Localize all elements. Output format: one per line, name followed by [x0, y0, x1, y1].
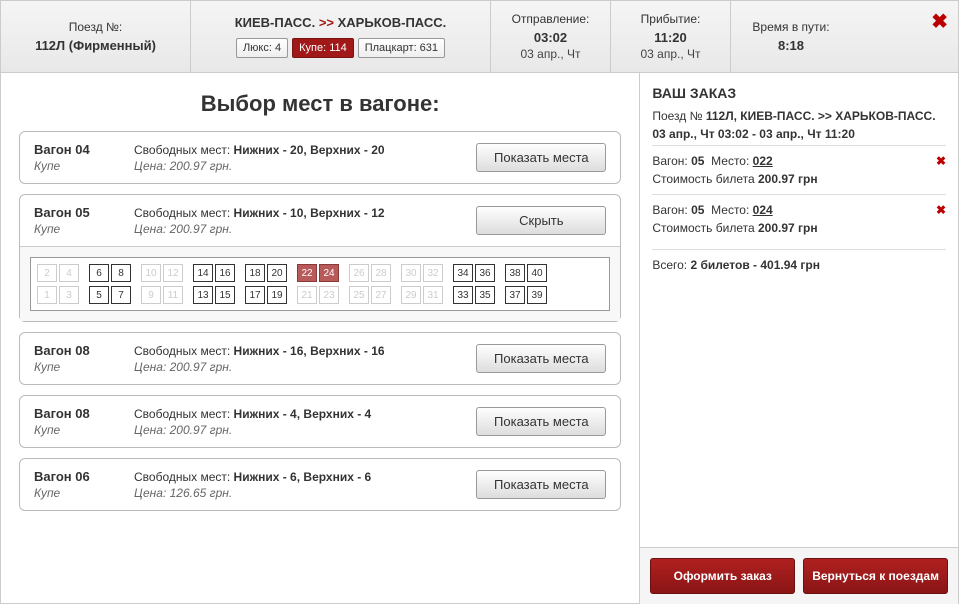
seat[interactable]: 5 — [89, 286, 109, 304]
seat: 1 — [37, 286, 57, 304]
seat-map: 2468101214161820222426283032343638401357… — [20, 246, 620, 321]
seat[interactable]: 8 — [111, 264, 131, 282]
seat: 25 — [349, 286, 369, 304]
car-type-tab[interactable]: Люкс: 4 — [236, 38, 288, 58]
car-type-tabs: Люкс: 4Купе: 114Плацкарт: 631 — [236, 38, 445, 58]
remove-item-icon[interactable]: ✖ — [936, 203, 946, 217]
wagon-id: Вагон 08Купе — [34, 343, 134, 374]
seat[interactable]: 18 — [245, 264, 265, 282]
seat[interactable]: 20 — [267, 264, 287, 282]
car-type-tab[interactable]: Плацкарт: 631 — [358, 38, 445, 58]
duration-col: Время в пути: 8:18 — [731, 1, 851, 72]
wagon-info: Свободных мест: Нижних - 20, Верхних - 2… — [134, 143, 476, 173]
seat: 26 — [349, 264, 369, 282]
train-info: Поезд №: 112Л (Фирменный) — [1, 1, 191, 72]
wagon-card: Вагон 08КупеСвободных мест: Нижних - 4, … — [19, 395, 621, 448]
close-icon[interactable]: ✖ — [931, 9, 948, 34]
seat[interactable]: 34 — [453, 264, 473, 282]
seat[interactable]: 6 — [89, 264, 109, 282]
back-button[interactable]: Вернуться к поездам — [803, 558, 948, 594]
wagon-id: Вагон 08Купе — [34, 406, 134, 437]
seat: 12 — [163, 264, 183, 282]
departure-col: Отправление: 03:02 03 апр., Чт — [491, 1, 611, 72]
arrival-col: Прибытие: 11:20 03 апр., Чт — [611, 1, 731, 72]
wagon-info: Свободных мест: Нижних - 16, Верхних - 1… — [134, 344, 476, 374]
order-actions: Оформить заказ Вернуться к поездам — [640, 547, 958, 604]
seat[interactable]: 14 — [193, 264, 213, 282]
order-sidebar: ВАШ ЗАКАЗ Поезд № 112Л, КИЕВ-ПАСС. >> ХА… — [640, 73, 958, 604]
order-title: ВАШ ЗАКАЗ — [652, 85, 946, 101]
seat[interactable]: 35 — [475, 286, 495, 304]
seat: 28 — [371, 264, 391, 282]
wagon-card: Вагон 05КупеСвободных мест: Нижних - 10,… — [19, 194, 621, 322]
seat[interactable]: 40 — [527, 264, 547, 282]
seat: 21 — [297, 286, 317, 304]
seat[interactable]: 7 — [111, 286, 131, 304]
page-title: Выбор мест в вагоне: — [19, 91, 621, 117]
wagon-card: Вагон 06КупеСвободных мест: Нижних - 6, … — [19, 458, 621, 511]
toggle-seats-button[interactable]: Показать места — [476, 470, 606, 499]
seat[interactable]: 15 — [215, 286, 235, 304]
wagon-list-panel[interactable]: Выбор мест в вагоне: Вагон 04КупеСвободн… — [1, 73, 640, 604]
seat: 10 — [141, 264, 161, 282]
train-label: Поезд №: — [13, 20, 178, 34]
checkout-button[interactable]: Оформить заказ — [650, 558, 795, 594]
seat: 2 — [37, 264, 57, 282]
seat: 31 — [423, 286, 443, 304]
route-to: ХАРЬКОВ-ПАСС. — [338, 15, 447, 30]
header: ✖ Поезд №: 112Л (Фирменный) КИЕВ-ПАСС. >… — [1, 1, 958, 73]
seat: 9 — [141, 286, 161, 304]
seat[interactable]: 33 — [453, 286, 473, 304]
seat[interactable]: 17 — [245, 286, 265, 304]
seat[interactable]: 38 — [505, 264, 525, 282]
seat: 32 — [423, 264, 443, 282]
order-item: ✖Вагон: 05 Место: 024Стоимость билета 20… — [652, 194, 946, 243]
route-info: КИЕВ-ПАСС. >> ХАРЬКОВ-ПАСС. Люкс: 4Купе:… — [191, 1, 491, 72]
booking-modal: ✖ Поезд №: 112Л (Фирменный) КИЕВ-ПАСС. >… — [0, 0, 959, 604]
car-type-tab[interactable]: Купе: 114 — [292, 38, 354, 58]
order-item: ✖Вагон: 05 Место: 022Стоимость билета 20… — [652, 145, 946, 194]
toggle-seats-button[interactable]: Показать места — [476, 407, 606, 436]
seat[interactable]: 22 — [297, 264, 317, 282]
wagon-id: Вагон 05Купе — [34, 205, 134, 236]
seat[interactable]: 16 — [215, 264, 235, 282]
seat[interactable]: 39 — [527, 286, 547, 304]
toggle-seats-button[interactable]: Показать места — [476, 344, 606, 373]
toggle-seats-button[interactable]: Показать места — [476, 143, 606, 172]
order-panel[interactable]: ВАШ ЗАКАЗ Поезд № 112Л, КИЕВ-ПАСС. >> ХА… — [640, 73, 958, 547]
seat[interactable]: 13 — [193, 286, 213, 304]
seat[interactable]: 24 — [319, 264, 339, 282]
remove-item-icon[interactable]: ✖ — [936, 154, 946, 168]
seat: 27 — [371, 286, 391, 304]
seat[interactable]: 36 — [475, 264, 495, 282]
seat: 23 — [319, 286, 339, 304]
wagon-id: Вагон 06Купе — [34, 469, 134, 500]
seat: 11 — [163, 286, 183, 304]
wagon-id: Вагон 04Купе — [34, 142, 134, 173]
order-train-line: Поезд № 112Л, КИЕВ-ПАСС. >> ХАРЬКОВ-ПАСС… — [652, 109, 946, 123]
wagon-info: Свободных мест: Нижних - 6, Верхних - 6Ц… — [134, 470, 476, 500]
seat-link[interactable]: 022 — [753, 154, 773, 168]
wagon-info: Свободных мест: Нижних - 10, Верхних - 1… — [134, 206, 476, 236]
seat: 30 — [401, 264, 421, 282]
toggle-seats-button[interactable]: Скрыть — [476, 206, 606, 235]
route-arrow-icon: >> — [319, 15, 334, 30]
route-from: КИЕВ-ПАСС. — [235, 15, 315, 30]
wagon-card: Вагон 04КупеСвободных мест: Нижних - 20,… — [19, 131, 621, 184]
seat[interactable]: 37 — [505, 286, 525, 304]
train-value: 112Л (Фирменный) — [13, 38, 178, 53]
seat-link[interactable]: 024 — [753, 203, 773, 217]
order-date-line: 03 апр., Чт 03:02 - 03 апр., Чт 11:20 — [652, 127, 946, 141]
body: Выбор мест в вагоне: Вагон 04КупеСвободн… — [1, 73, 958, 604]
wagon-info: Свободных мест: Нижних - 4, Верхних - 4Ц… — [134, 407, 476, 437]
seat: 29 — [401, 286, 421, 304]
seat[interactable]: 19 — [267, 286, 287, 304]
seat: 3 — [59, 286, 79, 304]
seat: 4 — [59, 264, 79, 282]
order-total: Всего: 2 билетов - 401.94 грн — [652, 249, 946, 272]
wagon-card: Вагон 08КупеСвободных мест: Нижних - 16,… — [19, 332, 621, 385]
